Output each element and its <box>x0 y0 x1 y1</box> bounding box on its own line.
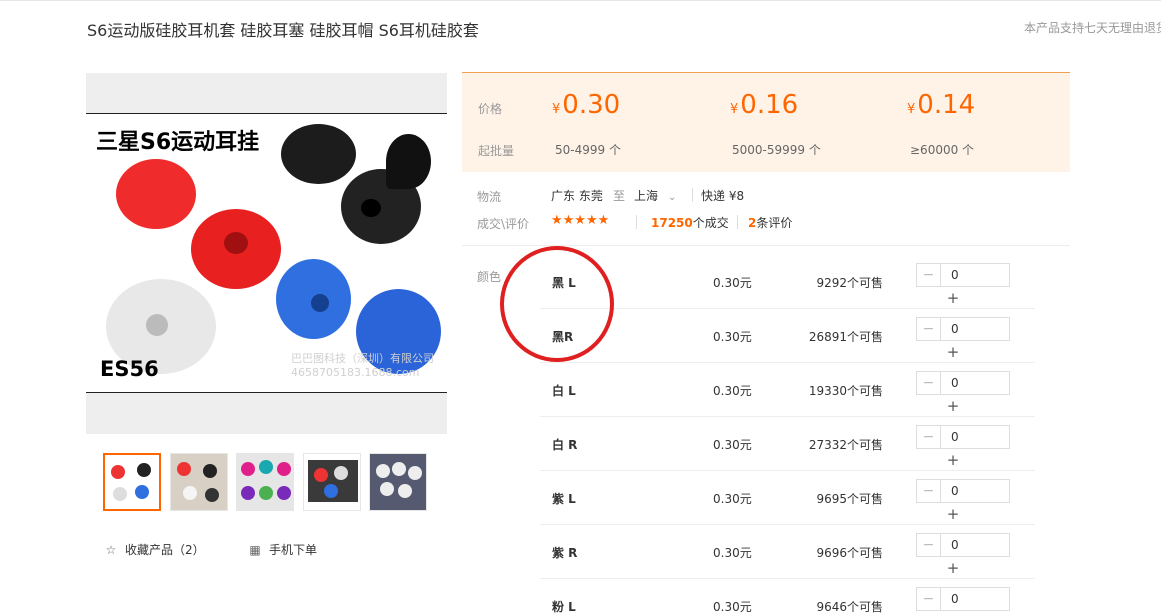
favorite-product-button[interactable]: ☆ 收藏产品（2） <box>103 541 205 558</box>
qr-code-icon: ▦ <box>249 543 261 557</box>
minus-button[interactable]: − <box>917 426 941 448</box>
top-divider <box>0 0 1161 1</box>
price-tier-1: ¥0.30 <box>552 90 621 120</box>
quantity-input[interactable]: 0 <box>951 268 959 282</box>
thumbnail-4[interactable] <box>303 453 361 511</box>
plus-button[interactable]: + <box>942 288 964 308</box>
sku-name: 紫 L <box>552 492 576 506</box>
sku-row: 黑 L 0.30元 9292个可售 −0 + <box>540 255 1035 309</box>
sku-name: 紫 R <box>552 546 578 560</box>
sku-row: 白 R 0.30元 27332个可售 −0 + <box>540 417 1035 471</box>
quantity-stepper: −0 <box>916 587 1010 611</box>
plus-button[interactable]: + <box>942 342 964 362</box>
sku-row: 白 L 0.30元 19330个可售 −0 + <box>540 363 1035 417</box>
sku-stock: 19330个可售 <box>808 384 883 398</box>
minus-button[interactable]: − <box>917 588 941 610</box>
sku-stock: 9646个可售 <box>816 600 883 614</box>
sku-stock: 27332个可售 <box>808 438 883 452</box>
qty-tier-1: 50-4999 个 <box>555 143 621 157</box>
main-product-image[interactable]: 三星S6运动耳挂 ES56 巴巴图科技（深圳）有限公司 4658705183.1… <box>86 73 447 434</box>
price-tier-3: ¥0.14 <box>907 90 976 120</box>
divider <box>636 215 637 229</box>
quantity-stepper: −0 <box>916 317 1010 341</box>
sku-row: 粉 L 0.30元 9646个可售 −0 <box>540 579 1035 614</box>
divider <box>737 215 738 229</box>
sku-price: 0.30元 <box>713 276 752 290</box>
shipping-fee: 快递 ¥8 <box>701 189 745 203</box>
ship-to-selector[interactable]: 上海 ⌄ <box>634 187 676 204</box>
divider <box>692 188 693 202</box>
product-title: S6运动版硅胶耳机套 硅胶耳塞 硅胶耳帽 S6耳机硅胶套 <box>87 21 479 40</box>
thumbnail-5[interactable] <box>369 453 427 511</box>
quantity-input[interactable]: 0 <box>951 376 959 390</box>
plus-button[interactable]: + <box>942 396 964 416</box>
thumbnail-2[interactable] <box>170 453 228 511</box>
sku-price: 0.30元 <box>713 492 752 506</box>
quantity-input[interactable]: 0 <box>951 322 959 336</box>
minus-button[interactable]: − <box>917 534 941 556</box>
mobile-order-button[interactable]: ▦ 手机下单 <box>247 541 317 558</box>
minus-button[interactable]: − <box>917 264 941 286</box>
sku-price: 0.30元 <box>713 438 752 452</box>
review-count[interactable]: 2条评价 <box>748 214 792 231</box>
price-panel: 价格 起批量 ¥0.30 ¥0.16 ¥0.14 50-4999 个 5000-… <box>462 72 1070 172</box>
sku-price: 0.30元 <box>713 384 752 398</box>
sku-stock: 9695个可售 <box>816 492 883 506</box>
quantity-input[interactable]: 0 <box>951 484 959 498</box>
photo-watermark: 巴巴图科技（深圳）有限公司 4658705183.1688.com <box>291 352 434 379</box>
minus-button[interactable]: − <box>917 480 941 502</box>
moq-label: 起批量 <box>478 144 515 158</box>
minus-button[interactable]: − <box>917 372 941 394</box>
logistics-label: 物流 <box>477 190 502 204</box>
plus-button[interactable]: + <box>942 504 964 524</box>
sku-row: 黑R 0.30元 26891个可售 −0 + <box>540 309 1035 363</box>
chevron-down-icon: ⌄ <box>668 192 677 203</box>
sku-price: 0.30元 <box>713 330 752 344</box>
product-photo: 三星S6运动耳挂 ES56 巴巴图科技（深圳）有限公司 4658705183.1… <box>86 113 447 393</box>
quantity-stepper: −0 <box>916 263 1010 287</box>
quantity-stepper: −0 <box>916 371 1010 395</box>
star-outline-icon: ☆ <box>105 543 117 557</box>
return-policy-notice: 本产品支持七天无理由退货 <box>1024 21 1161 35</box>
sku-stock: 9292个可售 <box>816 276 883 290</box>
thumbnail-3[interactable] <box>236 453 294 511</box>
sku-row: 紫 L 0.30元 9695个可售 −0 + <box>540 471 1035 525</box>
minus-button[interactable]: − <box>917 318 941 340</box>
rating-stars: ★★★★★ <box>551 213 610 228</box>
qty-tier-3: ≥60000 个 <box>910 143 975 157</box>
photo-model-code: ES56 <box>100 357 159 381</box>
sku-name: 白 R <box>552 438 578 452</box>
plus-button[interactable]: + <box>942 450 964 470</box>
sku-stock: 26891个可售 <box>808 330 883 344</box>
sku-name: 白 L <box>552 384 576 398</box>
quantity-input[interactable]: 0 <box>951 430 959 444</box>
photo-heading: 三星S6运动耳挂 <box>96 130 260 155</box>
annotation-circle <box>500 246 614 362</box>
qty-tier-2: 5000-59999 个 <box>732 143 821 157</box>
sku-name: 粉 L <box>552 600 576 614</box>
ship-from: 广东 东莞 <box>551 189 603 203</box>
sku-price: 0.30元 <box>713 546 752 560</box>
quantity-stepper: −0 <box>916 425 1010 449</box>
sku-price: 0.30元 <box>713 600 752 614</box>
thumbnail-1[interactable] <box>103 453 161 511</box>
quantity-stepper: −0 <box>916 479 1010 503</box>
quantity-input[interactable]: 0 <box>951 538 959 552</box>
quantity-input[interactable]: 0 <box>951 592 959 606</box>
ship-to-word: 至 <box>613 189 626 203</box>
deal-review-label: 成交\评价 <box>477 217 530 231</box>
plus-button[interactable]: + <box>942 558 964 578</box>
quantity-stepper: −0 <box>916 533 1010 557</box>
color-label: 颜色 <box>477 270 502 284</box>
deal-count[interactable]: 17250个成交 <box>651 214 729 231</box>
sku-stock: 9696个可售 <box>816 546 883 560</box>
price-label: 价格 <box>478 102 503 116</box>
price-tier-2: ¥0.16 <box>730 90 799 120</box>
sku-row: 紫 R 0.30元 9696个可售 −0 + <box>540 525 1035 579</box>
